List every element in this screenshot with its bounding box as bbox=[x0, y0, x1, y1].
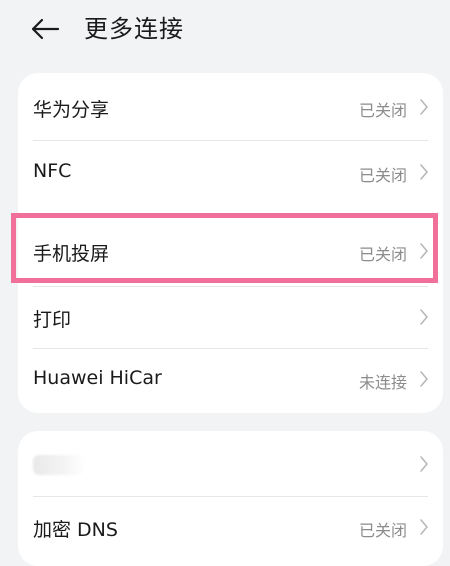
row-status: 未连接 bbox=[358, 373, 407, 392]
row-label: 华为分享 bbox=[33, 99, 110, 121]
obscured-label bbox=[33, 455, 85, 475]
row-encrypted-dns[interactable]: 加密 DNS 已关闭 bbox=[18, 497, 443, 561]
row-label: Huawei HiCar bbox=[33, 367, 162, 389]
network-group: 加密 DNS 已关闭 bbox=[18, 431, 443, 566]
row-screen-projection[interactable]: 手机投屏 已关闭 bbox=[18, 223, 443, 281]
row-status: 已关闭 bbox=[358, 521, 407, 540]
row-label: 手机投屏 bbox=[33, 243, 110, 265]
row-status: 已关闭 bbox=[358, 245, 407, 264]
row-huawei-share[interactable]: 华为分享 已关闭 bbox=[18, 73, 443, 140]
header: 更多连接 bbox=[0, 0, 450, 62]
row-status: 已关闭 bbox=[358, 166, 407, 185]
row-print[interactable]: 打印 bbox=[18, 287, 443, 348]
chevron-right-icon bbox=[420, 519, 428, 535]
row-huawei-hicar[interactable]: Huawei HiCar 未连接 bbox=[18, 349, 443, 413]
row-obscured[interactable] bbox=[18, 431, 443, 496]
chevron-right-icon bbox=[420, 164, 428, 180]
page-title: 更多连接 bbox=[84, 15, 184, 43]
chevron-right-icon bbox=[420, 309, 428, 325]
connections-group: 华为分享 已关闭 NFC 已关闭 手机投屏 已关闭 打印 Huawei HiCa… bbox=[18, 73, 443, 413]
row-label: 打印 bbox=[33, 309, 72, 331]
chevron-right-icon bbox=[420, 243, 428, 259]
row-label: NFC bbox=[33, 160, 72, 182]
chevron-right-icon bbox=[420, 99, 428, 115]
chevron-right-icon bbox=[420, 456, 428, 472]
arrow-left-icon bbox=[31, 18, 60, 40]
row-label: 加密 DNS bbox=[33, 519, 118, 541]
back-button[interactable] bbox=[30, 14, 62, 44]
row-nfc[interactable]: NFC 已关闭 bbox=[18, 141, 443, 205]
row-status: 已关闭 bbox=[358, 101, 407, 120]
chevron-right-icon bbox=[420, 371, 428, 387]
